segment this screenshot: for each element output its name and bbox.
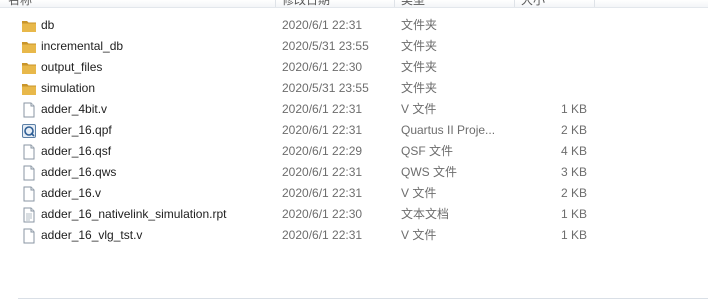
- folder-icon: [21, 60, 37, 76]
- file-date: 2020/5/31 23:55: [282, 39, 369, 53]
- column-divider[interactable]: [514, 0, 515, 7]
- file-type: Quartus II Proje...: [401, 123, 496, 137]
- column-header-size[interactable]: 大小: [521, 0, 545, 7]
- file-name: output_files: [41, 60, 103, 74]
- file-row-adder-16-v[interactable]: adder_16.v 2020/6/1 22:31 V 文件 2 KB: [0, 183, 708, 204]
- file-date: 2020/6/1 22:31: [282, 186, 363, 200]
- file-type: QWS 文件: [401, 165, 457, 179]
- document-icon: [21, 165, 37, 181]
- file-date: 2020/6/1 22:31: [282, 123, 363, 137]
- folder-icon: [21, 18, 37, 34]
- file-name: adder_16_vlg_tst.v: [41, 228, 143, 242]
- file-row-adder-16-qws[interactable]: adder_16.qws 2020/6/1 22:31 QWS 文件 3 KB: [0, 162, 708, 183]
- file-type: V 文件: [401, 186, 437, 200]
- divider: [18, 298, 708, 299]
- file-name: simulation: [41, 81, 96, 95]
- file-row-simulation[interactable]: simulation 2020/5/31 23:55 文件夹: [0, 78, 708, 99]
- file-name: db: [41, 18, 55, 32]
- file-type: 文件夹: [401, 81, 438, 95]
- file-size: 4 KB: [560, 144, 587, 158]
- file-name: adder_16.qsf: [41, 144, 112, 158]
- file-row-adder-16-qsf[interactable]: adder_16.qsf 2020/6/1 22:29 QSF 文件 4 KB: [0, 141, 708, 162]
- file-date: 2020/5/31 23:55: [282, 81, 369, 95]
- column-divider[interactable]: [394, 0, 395, 7]
- file-type: V 文件: [401, 102, 437, 116]
- file-name: incremental_db: [41, 39, 124, 53]
- document-icon: [21, 186, 37, 202]
- file-date: 2020/6/1 22:30: [282, 207, 363, 221]
- quartus-project-icon: [21, 123, 37, 139]
- file-row-adder-16-vlg-tst-v[interactable]: adder_16_vlg_tst.v 2020/6/1 22:31 V 文件 1…: [0, 225, 708, 246]
- file-size: 3 KB: [560, 165, 587, 179]
- file-name: adder_4bit.v: [41, 102, 108, 116]
- file-size: 2 KB: [560, 123, 587, 137]
- text-document-icon: [21, 207, 37, 223]
- file-size: 1 KB: [560, 207, 587, 221]
- file-row-adder-4bit-v[interactable]: adder_4bit.v 2020/6/1 22:31 V 文件 1 KB: [0, 99, 708, 120]
- folder-icon: [21, 81, 37, 97]
- file-date: 2020/6/1 22:29: [282, 144, 363, 158]
- file-name: adder_16.qpf: [41, 123, 112, 137]
- file-date: 2020/6/1 22:31: [282, 18, 363, 32]
- column-divider[interactable]: [594, 0, 595, 7]
- document-icon: [21, 102, 37, 118]
- file-size: 1 KB: [560, 228, 587, 242]
- file-row-adder-16-qpf[interactable]: adder_16.qpf 2020/6/1 22:31 Quartus II P…: [0, 120, 708, 141]
- column-header-type[interactable]: 类型: [401, 0, 425, 7]
- file-type: 文件夹: [401, 18, 438, 32]
- column-header-date[interactable]: 修改日期: [282, 0, 330, 7]
- file-name: adder_16.v: [41, 186, 102, 200]
- column-header-bar[interactable]: 名称 修改日期 类型 大小: [0, 0, 708, 8]
- document-icon: [21, 228, 37, 244]
- file-row-output-files[interactable]: output_files 2020/6/1 22:30 文件夹: [0, 57, 708, 78]
- file-type: 文件夹: [401, 60, 438, 74]
- file-type: 文本文档: [401, 207, 450, 221]
- file-size: 2 KB: [560, 186, 587, 200]
- file-date: 2020/6/1 22:31: [282, 102, 363, 116]
- file-size: 1 KB: [560, 102, 587, 116]
- file-name: adder_16.qws: [41, 165, 117, 179]
- document-icon: [21, 144, 37, 160]
- column-divider[interactable]: [275, 0, 276, 7]
- file-row-adder-16-nativelink-simulation-rpt[interactable]: adder_16_nativelink_simulation.rpt 2020/…: [0, 204, 708, 225]
- file-name: adder_16_nativelink_simulation.rpt: [41, 207, 227, 221]
- file-type: QSF 文件: [401, 144, 454, 158]
- file-date: 2020/6/1 22:30: [282, 60, 363, 74]
- file-type: 文件夹: [401, 39, 438, 53]
- file-list: db 2020/6/1 22:31 文件夹 incremental_db 202…: [0, 15, 708, 246]
- file-row-db[interactable]: db 2020/6/1 22:31 文件夹: [0, 15, 708, 36]
- file-type: V 文件: [401, 228, 437, 242]
- folder-icon: [21, 39, 37, 55]
- file-date: 2020/6/1 22:31: [282, 165, 363, 179]
- column-header-name[interactable]: 名称: [8, 0, 32, 7]
- file-date: 2020/6/1 22:31: [282, 228, 363, 242]
- file-row-incremental-db[interactable]: incremental_db 2020/5/31 23:55 文件夹: [0, 36, 708, 57]
